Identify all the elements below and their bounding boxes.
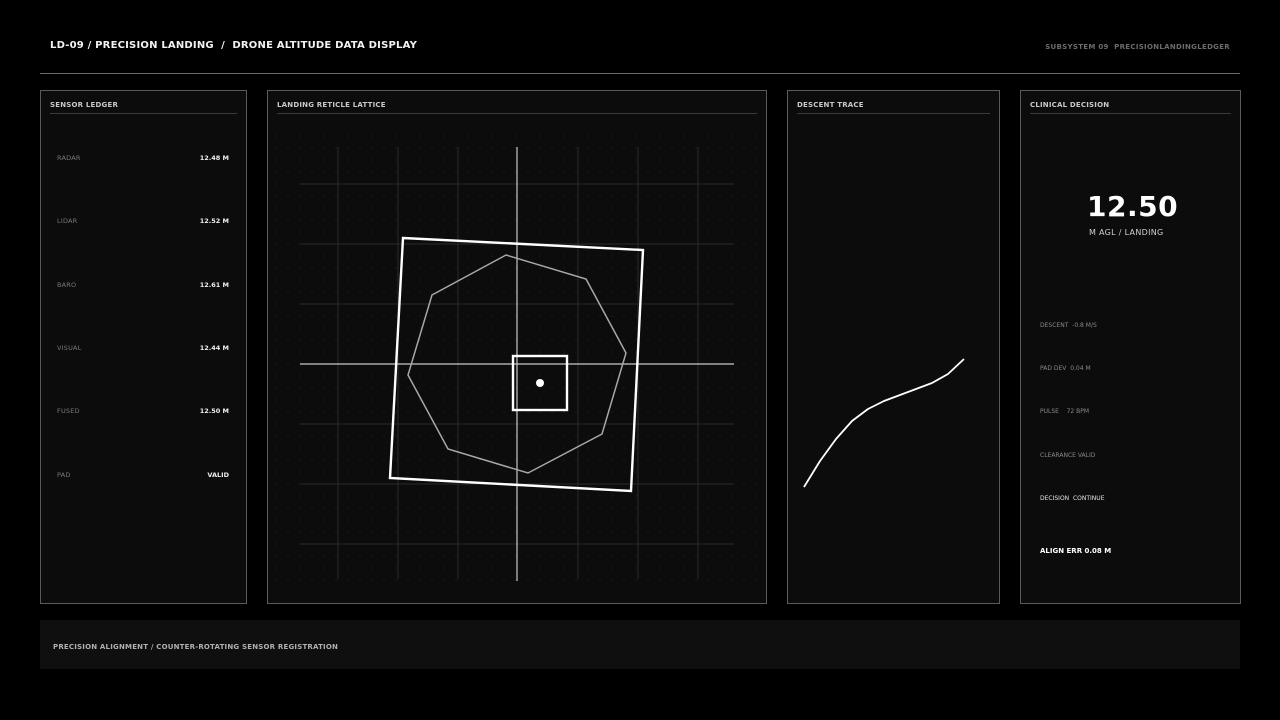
altitude-unit: M AGL / LANDING (1089, 228, 1164, 237)
sensor-label: FUSED (57, 407, 80, 415)
sensor-row-radar: RADAR 12.48 M (57, 154, 229, 164)
sensor-row-lidar: LIDAR 12.52 M (57, 217, 229, 227)
footer-caption: PRECISION ALIGNMENT / COUNTER-ROTATING S… (53, 643, 339, 651)
sensor-value: 12.61 M (199, 281, 229, 289)
header-divider (40, 73, 1240, 74)
descent-trace-line (803, 358, 965, 488)
sensor-row-baro: BARO 12.61 M (57, 281, 229, 291)
sensor-label: VISUAL (57, 344, 82, 352)
target-dot (536, 379, 544, 387)
sensor-ledger-title: SENSOR LEDGER (50, 101, 237, 114)
descent-trace-panel: DESCENT TRACE (787, 90, 1000, 604)
altitude-readout: 12.50 (1087, 190, 1179, 223)
sensor-value: 12.50 M (199, 407, 229, 415)
align-error: ALIGN ERR 0.08 M (1040, 547, 1112, 555)
sensor-value: VALID (207, 471, 229, 479)
sensor-value: 12.48 M (199, 154, 229, 162)
footer-bar: PRECISION ALIGNMENT / COUNTER-ROTATING S… (40, 620, 1240, 669)
pulse-readout: PULSE 72 BPM (1040, 408, 1090, 415)
subsystem-label: SUBSYSTEM 09 PRECISIONLANDINGLEDGER (1045, 43, 1230, 51)
sensor-row-visual: VISUAL 12.44 M (57, 344, 229, 354)
sensor-ledger-panel: SENSOR LEDGER RADAR 12.48 M LIDAR 12.52 … (40, 90, 247, 604)
sensor-value: 12.44 M (199, 344, 229, 352)
clinical-decision-panel: CLINICAL DECISION 12.50 M AGL / LANDING … (1020, 90, 1241, 604)
reticle-graphic (274, 131, 761, 583)
sensor-label: PAD (57, 471, 71, 479)
sensor-row-pad: PAD VALID (57, 471, 229, 481)
landing-reticle-panel: LANDING RETICLE LATTICE (267, 90, 767, 604)
clinical-decision-title: CLINICAL DECISION (1030, 101, 1231, 114)
page-title: LD-09 / PRECISION LANDING / DRONE ALTITU… (50, 40, 418, 51)
descent-trace-graphic (803, 358, 965, 488)
sensor-label: LIDAR (57, 217, 78, 225)
sensor-value: 12.52 M (199, 217, 229, 225)
sensor-label: BARO (57, 281, 77, 289)
clearance-status: CLEARANCE VALID (1040, 452, 1096, 459)
descent-rate: DESCENT -0.8 M/S (1040, 322, 1097, 329)
decision-status: DECISION CONTINUE (1040, 495, 1105, 502)
sensor-label: RADAR (57, 154, 81, 162)
pad-deviation: PAD DEV 0.04 M (1040, 365, 1091, 372)
sensor-row-fused: FUSED 12.50 M (57, 407, 229, 417)
